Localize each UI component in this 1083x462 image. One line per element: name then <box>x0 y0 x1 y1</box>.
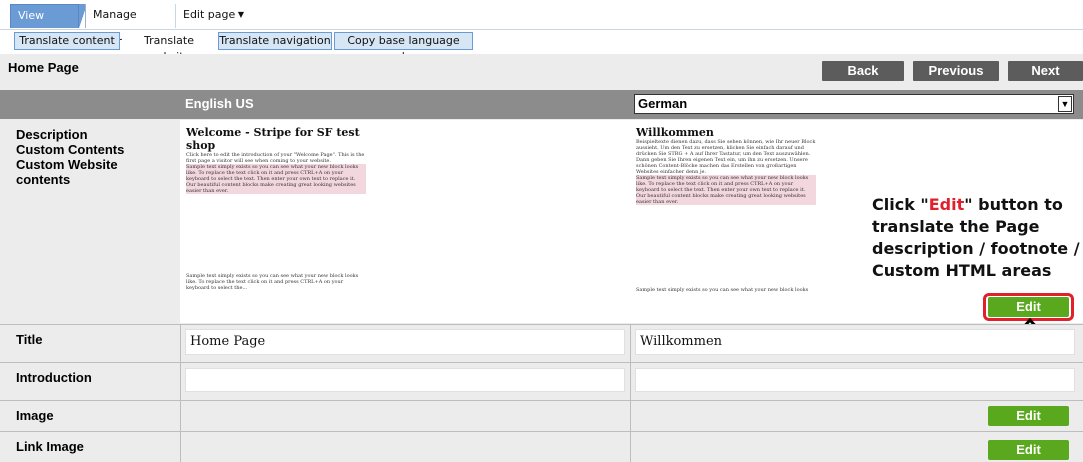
callout-line: Custom HTML areas <box>872 261 1052 280</box>
english-description-panel[interactable]: Welcome - Stripe for SF test shop Click … <box>180 120 630 323</box>
tab-bar: View Page Manage Products Edit page ▼ <box>0 0 1083 44</box>
translate-content-button[interactable]: Translate content <box>14 32 120 50</box>
base-language-header: English US <box>185 96 254 111</box>
tab-manage-products[interactable]: Manage Products <box>85 4 176 43</box>
callout-highlight: Edit <box>928 195 965 214</box>
callout-text: Click " <box>872 195 929 214</box>
english-heading: Welcome - Stripe for SF test shop <box>186 126 360 152</box>
column-divider <box>180 324 181 462</box>
introduction-german-field[interactable] <box>635 368 1075 392</box>
link-image-row <box>0 432 1083 462</box>
edit-description-button[interactable]: Edit <box>988 297 1069 317</box>
german-footer-text: Sample text simply exists so you can see… <box>636 287 809 293</box>
introduction-english-field[interactable] <box>185 368 625 392</box>
introduction-label: Introduction <box>16 370 92 385</box>
german-sample-text: Sample text simply exists so you can see… <box>636 175 816 205</box>
tab-edit-page[interactable]: Edit page ▼ <box>176 4 268 28</box>
english-content-block: Welcome - Stripe for SF test shop Click … <box>186 126 366 194</box>
english-sample-text: Sample text simply exists so you can see… <box>186 164 366 194</box>
image-row <box>0 401 1083 431</box>
action-bar: Translate content Translate website Tran… <box>0 30 1083 63</box>
next-button[interactable]: Next <box>1008 61 1083 81</box>
previous-button[interactable]: Previous <box>913 61 999 81</box>
edit-image-button[interactable]: Edit <box>988 406 1069 426</box>
page-header: Home Page Back Previous Next <box>0 54 1083 90</box>
german-heading: Willkommen <box>636 126 714 139</box>
translation-editor: View Page Manage Products Edit page ▼ Tr… <box>0 0 1083 462</box>
chevron-down-icon[interactable]: ▼ <box>238 4 244 26</box>
instruction-callout: Click "Edit" button to translate the Pag… <box>872 194 1080 282</box>
link-image-label: Link Image <box>16 439 84 454</box>
title-german-field[interactable]: Willkommen <box>635 329 1075 355</box>
title-label: Title <box>16 332 43 347</box>
english-footer-text: Sample text simply exists so you can see… <box>186 273 359 291</box>
callout-line: description / footnote / <box>872 239 1080 258</box>
english-intro-text: Click here to edit the introduction of y… <box>186 152 365 164</box>
german-intro-text: Beispieltexte dienen dazu, dass Sie sehe… <box>636 139 816 175</box>
title-english-field[interactable]: Home Page <box>185 329 625 355</box>
description-label-line: Custom Website <box>16 157 118 172</box>
description-label: Description Custom Contents Custom Websi… <box>16 127 124 187</box>
description-label-line: Description <box>16 127 88 142</box>
description-label-line: contents <box>16 172 71 187</box>
german-content-block: Willkommen Beispieltexte dienen dazu, da… <box>636 126 816 205</box>
callout-line: translate the Page <box>872 217 1040 236</box>
tab-edit-page-label: Edit page <box>183 8 236 21</box>
description-label-line: Custom Contents <box>16 142 125 157</box>
callout-line: Click "Edit" button to <box>872 194 1080 216</box>
copy-base-language-button[interactable]: Copy base language value <box>334 32 473 63</box>
column-divider <box>630 324 631 462</box>
page-title: Home Page <box>8 60 79 75</box>
edit-link-image-button[interactable]: Edit <box>988 440 1069 460</box>
chevron-down-icon[interactable]: ▼ <box>1058 96 1072 112</box>
target-language-select[interactable]: German ▼ <box>634 94 1074 114</box>
tab-view-page[interactable]: View Page <box>10 4 79 44</box>
image-label: Image <box>16 408 54 423</box>
translate-website-button[interactable]: Translate website <box>122 32 216 63</box>
back-button[interactable]: Back <box>822 61 904 81</box>
target-language-value: German <box>638 96 688 111</box>
callout-text: " button to <box>964 195 1063 214</box>
translate-navigation-button[interactable]: Translate navigation <box>218 32 332 50</box>
